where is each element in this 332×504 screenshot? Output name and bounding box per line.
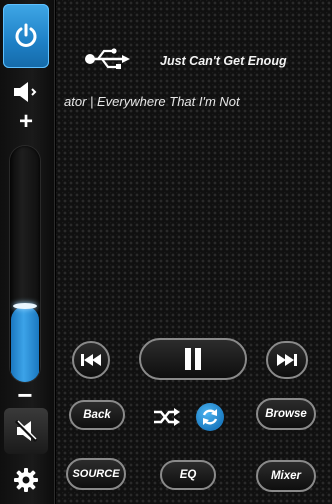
volume-down-button[interactable]: − xyxy=(12,380,38,410)
shuffle-button[interactable] xyxy=(150,402,184,432)
mute-speaker-icon xyxy=(14,419,38,443)
volume-up-button[interactable]: + xyxy=(14,110,38,134)
play-pause-button[interactable] xyxy=(139,338,247,380)
usb-icon xyxy=(85,48,130,69)
previous-icon xyxy=(81,354,101,366)
volume-slider-fill xyxy=(11,306,39,382)
settings-button[interactable] xyxy=(4,458,48,502)
back-button[interactable]: Back xyxy=(69,400,125,430)
volume-slider-handle[interactable] xyxy=(13,303,37,309)
minus-label: − xyxy=(17,380,33,410)
mixer-label: Mixer xyxy=(270,470,302,482)
repeat-icon xyxy=(202,409,218,425)
eq-label: EQ xyxy=(179,469,197,481)
volume-controls: + xyxy=(6,80,46,140)
repeat-button[interactable] xyxy=(196,403,224,431)
next-button[interactable] xyxy=(266,341,308,379)
power-button[interactable] xyxy=(3,4,49,68)
back-label: Back xyxy=(83,409,111,421)
plus-label: + xyxy=(18,108,33,135)
pause-icon xyxy=(185,348,201,370)
browse-button[interactable]: Browse xyxy=(256,398,316,430)
volume-slider[interactable] xyxy=(10,146,40,382)
track-title: Just Can't Get Enoug xyxy=(160,54,287,68)
track-artist-album: ator | Everywhere That I'm Not xyxy=(64,94,240,109)
now-playing-panel: Just Can't Get Enoug ator | Everywhere T… xyxy=(56,0,332,504)
shuffle-icon xyxy=(154,408,180,426)
source-label: SOURCE xyxy=(72,468,120,480)
source-button[interactable]: SOURCE xyxy=(66,458,126,490)
mixer-button[interactable]: Mixer xyxy=(256,460,316,492)
next-icon xyxy=(277,354,297,366)
browse-label: Browse xyxy=(265,408,307,420)
previous-button[interactable] xyxy=(72,341,110,379)
volume-rail: + − xyxy=(0,0,55,504)
eq-button[interactable]: EQ xyxy=(160,460,216,490)
gear-icon xyxy=(14,468,38,492)
speaker-icon xyxy=(14,82,37,102)
mute-button[interactable] xyxy=(4,408,48,454)
power-icon xyxy=(15,23,37,47)
